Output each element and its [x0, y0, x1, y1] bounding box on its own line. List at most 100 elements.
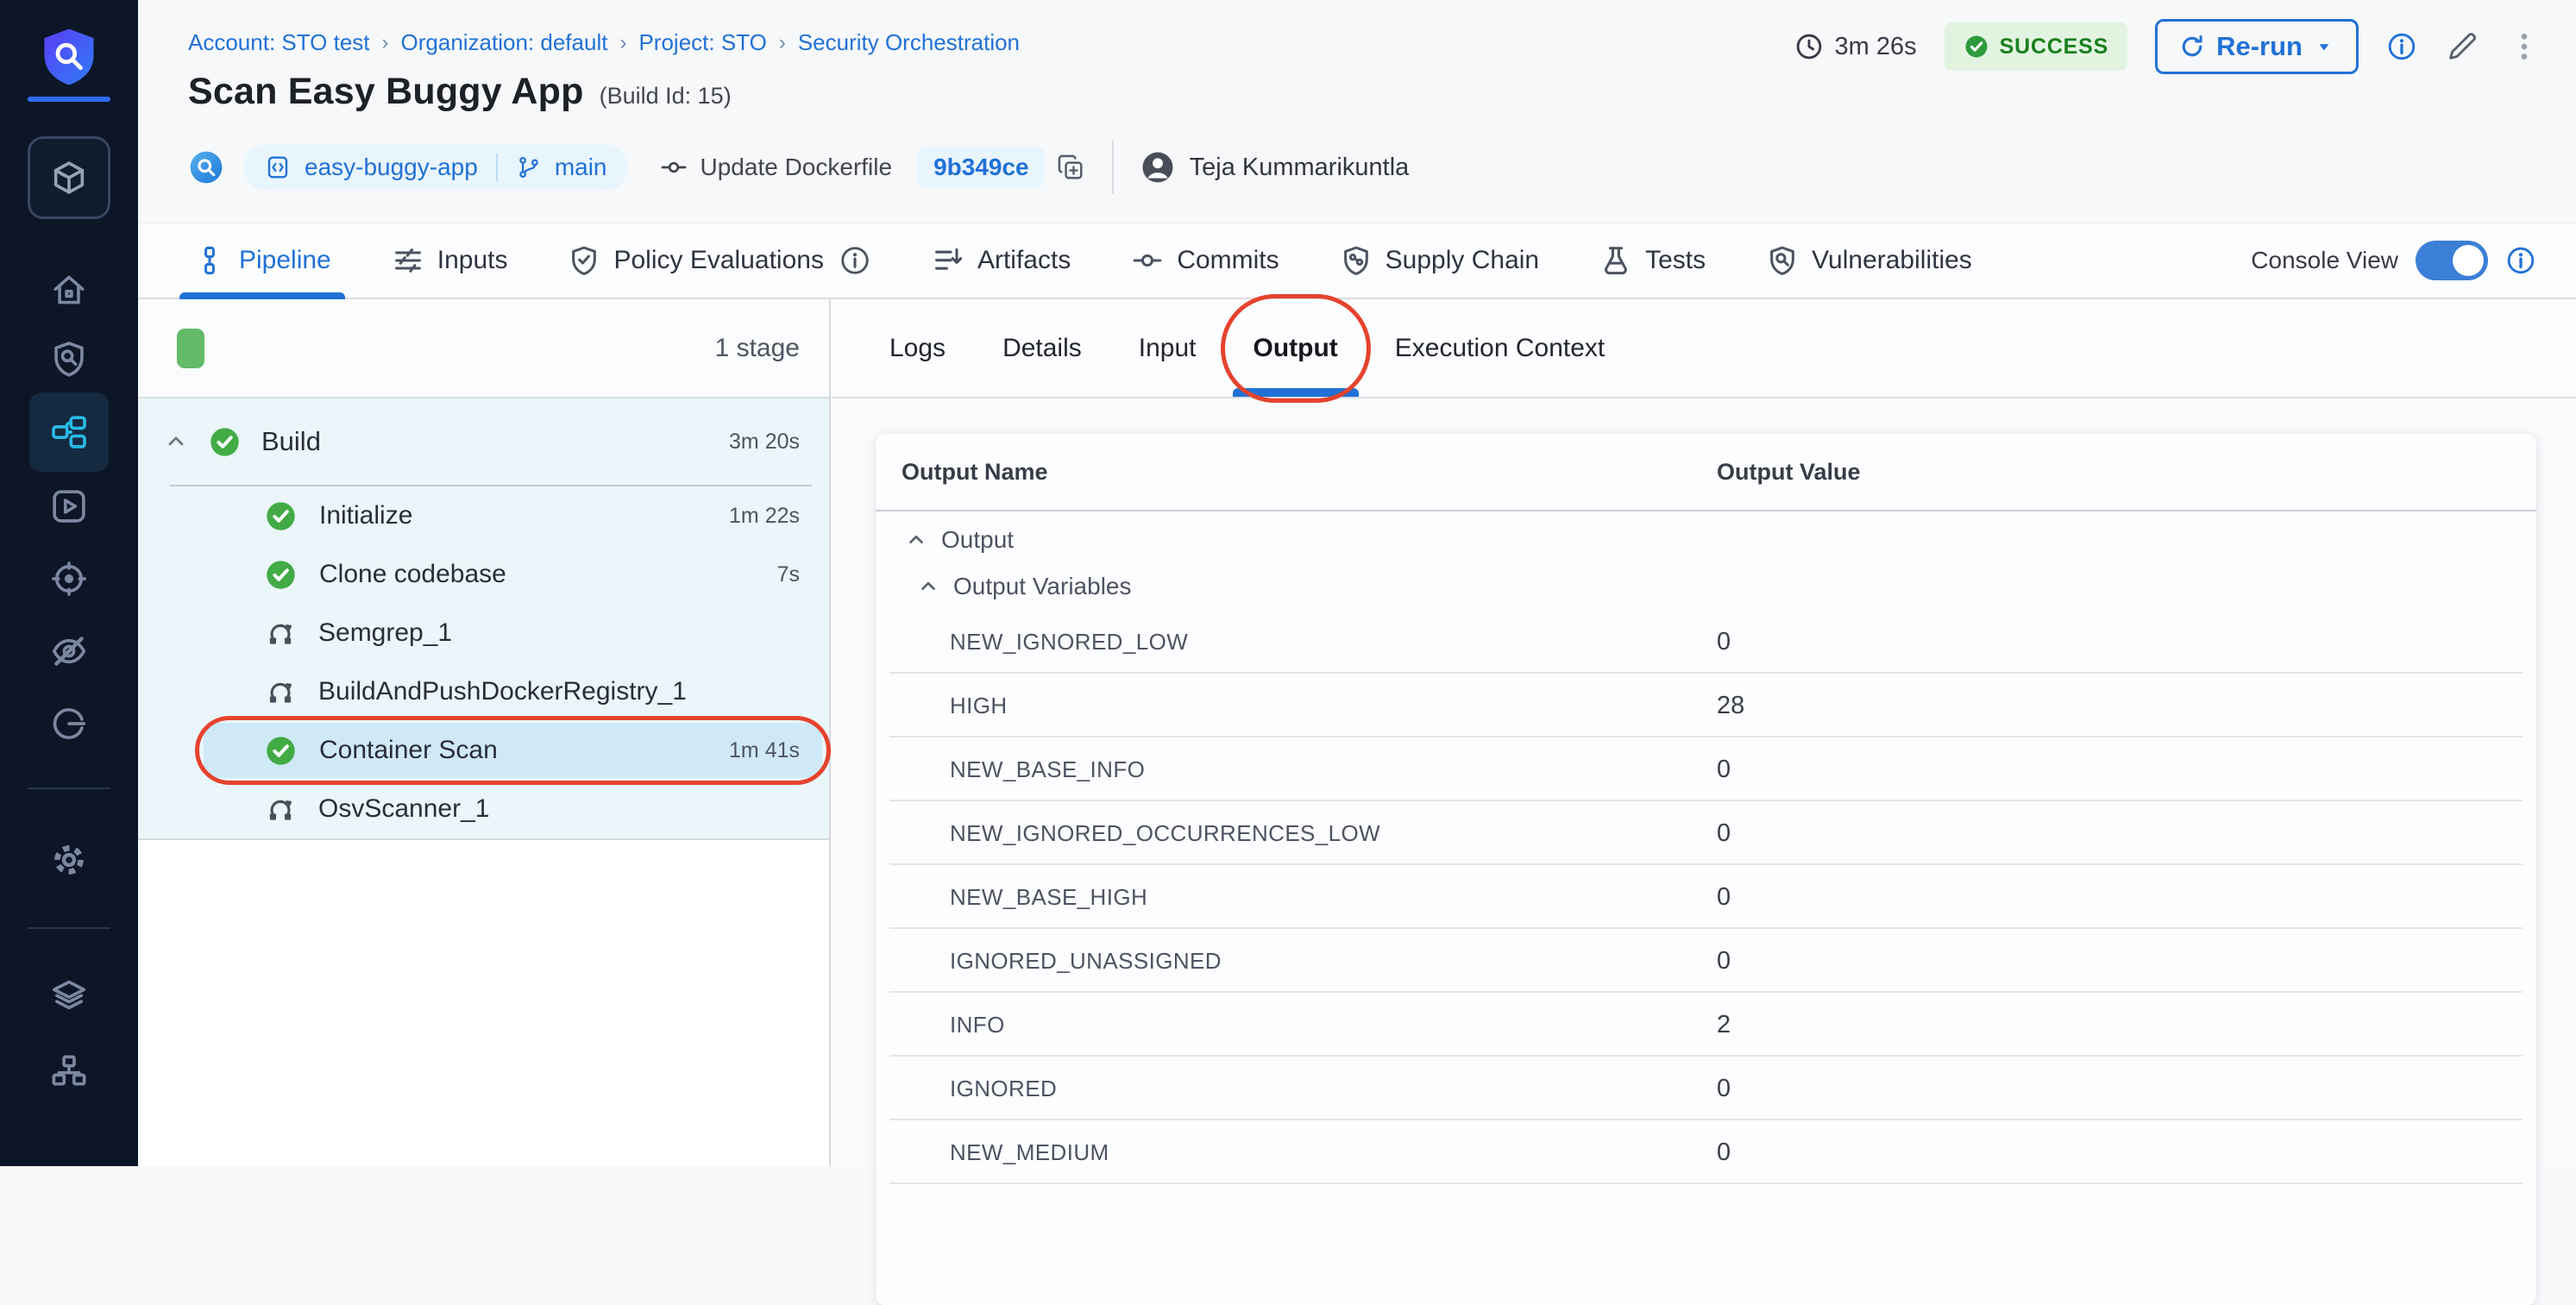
column-output-value: Output Value [1717, 459, 2536, 486]
kebab-menu-icon[interactable] [2507, 29, 2541, 64]
step-row-clone-codebase[interactable]: Clone codebase7s [138, 545, 829, 604]
tab-tests[interactable]: Tests [1594, 223, 1711, 298]
account-setup-sitemap-icon[interactable] [0, 1048, 138, 1093]
refresh-icon [2178, 33, 2206, 60]
output-variable-name: IGNORED_UNASSIGNED [876, 948, 1717, 975]
project-setup-layers-icon[interactable] [0, 974, 138, 1019]
step-name[interactable]: OsvScanner_1 [318, 794, 489, 824]
output-variable-row: NEW_BASE_INFO0 [876, 737, 2536, 801]
tree-node-output[interactable]: Output [876, 517, 2536, 563]
repo-name[interactable]: easy-buggy-app [305, 154, 478, 181]
step-name[interactable]: Initialize [319, 501, 412, 530]
exemptions-eye-slash-icon[interactable] [0, 629, 138, 674]
commit-sha-pill[interactable]: 9b349ce [918, 147, 1045, 188]
tab-vulnerabilities[interactable]: Vulnerabilities [1761, 223, 1977, 298]
tab-supply-chain[interactable]: Supply Chain [1335, 223, 1544, 298]
pipelines-icon[interactable] [29, 392, 109, 472]
step-row-initialize[interactable]: Initialize1m 22s [138, 486, 829, 545]
tab-pipeline[interactable]: Pipeline [188, 223, 336, 298]
targets-crosshair-icon[interactable] [0, 556, 138, 601]
column-output-name: Output Name [876, 459, 1717, 486]
detail-tab-execution-context[interactable]: Execution Context [1392, 299, 1608, 397]
detail-tab-label: Logs [889, 334, 946, 363]
step-name[interactable]: BuildAndPushDockerRegistry_1 [318, 677, 687, 706]
repository-icon [264, 154, 292, 181]
stage-count: 1 stage [715, 334, 800, 363]
step-name[interactable]: Container Scan [319, 736, 498, 765]
edit-pencil-icon[interactable] [2445, 29, 2479, 64]
policy-evaluations-icon [568, 244, 600, 277]
pipeline-icon [193, 244, 226, 277]
output-variable-name: NEW_BASE_HIGH [876, 884, 1717, 911]
tab-label: Inputs [437, 246, 508, 275]
output-table-card: Output Name Output Value Output Output V… [876, 434, 2536, 1305]
build-stage-group: Build 3m 20s Initialize1m 22sClone codeb… [138, 398, 829, 840]
copy-icon[interactable] [1055, 152, 1086, 183]
stage-panel-header: 1 stage [138, 299, 829, 398]
tab-label: Supply Chain [1385, 246, 1539, 275]
nav-accent-line [28, 97, 110, 102]
breadcrumb-item[interactable]: Project: STO [638, 29, 766, 56]
chevron-up-icon[interactable] [905, 529, 927, 551]
detail-tab-output[interactable]: Output [1250, 299, 1341, 397]
tree-node-label[interactable]: Output Variables [953, 573, 1132, 600]
detail-tab-details[interactable]: Details [999, 299, 1085, 397]
settings-gear-icon[interactable] [0, 838, 138, 882]
stage-row-build[interactable]: Build 3m 20s [138, 398, 829, 485]
step-row-semgrep-1[interactable]: Semgrep_1 [138, 604, 829, 662]
console-view-info-icon[interactable] [2505, 245, 2536, 276]
scans-shield-search-icon[interactable] [0, 336, 138, 381]
step-row-container-scan[interactable]: Container Scan 1m 41s [138, 721, 829, 780]
tab-artifacts[interactable]: Artifacts [927, 223, 1076, 298]
module-tab-bar: Pipeline Inputs Policy Evaluations Artifact… [138, 223, 2576, 299]
author-name: Teja Kummarikuntla [1190, 154, 1410, 182]
chevron-up-icon[interactable] [917, 575, 939, 598]
tab-label: Commits [1177, 246, 1279, 275]
rerun-button[interactable]: Re-run [2155, 19, 2359, 74]
step-name[interactable]: Clone codebase [319, 560, 506, 589]
console-view-toggle[interactable] [2416, 241, 2488, 280]
status-badge: SUCCESS [1945, 22, 2127, 71]
stage-name[interactable]: Build [261, 426, 321, 457]
executions-play-icon[interactable] [0, 484, 138, 529]
info-icon[interactable] [839, 244, 871, 277]
console-view-label: Console View [2251, 247, 2398, 274]
tree-node-label[interactable]: Output [941, 526, 1014, 554]
output-variable-name: NEW_MEDIUM [876, 1139, 1717, 1166]
avatar-icon [1140, 149, 1176, 185]
rerun-info-icon[interactable] [2386, 31, 2417, 62]
breadcrumb-item[interactable]: Organization: default [401, 29, 608, 56]
tree-node-output-variables[interactable]: Output Variables [876, 563, 2536, 610]
console-view-group: Console View [2251, 241, 2536, 280]
module-cube-icon[interactable] [28, 136, 110, 219]
sto-logo-icon[interactable] [0, 22, 138, 91]
tab-policy-evaluations[interactable]: Policy Evaluations [562, 223, 876, 298]
tab-inputs[interactable]: Inputs [386, 223, 513, 298]
nav-divider [28, 927, 110, 929]
step-duration: 1m 41s [729, 738, 800, 763]
step-name[interactable]: Semgrep_1 [318, 618, 452, 648]
breadcrumb-item[interactable]: Security Orchestration [798, 29, 1020, 56]
breadcrumb-item[interactable]: Account: STO test [188, 29, 370, 56]
commit-message[interactable]: Update Dockerfile [701, 154, 893, 181]
output-variable-name: NEW_IGNORED_OCCURRENCES_LOW [876, 820, 1717, 847]
tab-label: Tests [1645, 246, 1706, 275]
stage-duration: 3m 20s [729, 430, 800, 455]
detail-tab-input[interactable]: Input [1135, 299, 1200, 397]
repo-branch-pill[interactable]: easy-buggy-app main [243, 144, 628, 191]
step-row-osvscanner-1[interactable]: OsvScanner_1 [138, 780, 829, 838]
detail-tab-logs[interactable]: Logs [886, 299, 949, 397]
left-nav [0, 0, 138, 1166]
step-row-buildandpushdockerregistry-1[interactable]: BuildAndPushDockerRegistry_1 [138, 662, 829, 721]
collapse-chevron-icon[interactable] [164, 430, 188, 454]
output-variable-row: HIGH28 [876, 674, 2536, 737]
tab-label: Policy Evaluations [613, 246, 823, 275]
step-detail-panel: LogsDetailsInputOutputExecution Context … [832, 299, 2576, 1166]
pill-divider [496, 154, 498, 181]
output-variable-row: INFO2 [876, 993, 2536, 1057]
tab-commits[interactable]: Commits [1126, 223, 1284, 298]
success-check-icon [265, 500, 297, 532]
get-started-power-icon[interactable] [0, 701, 138, 746]
home-icon[interactable] [0, 267, 138, 312]
branch-name[interactable]: main [555, 154, 607, 181]
